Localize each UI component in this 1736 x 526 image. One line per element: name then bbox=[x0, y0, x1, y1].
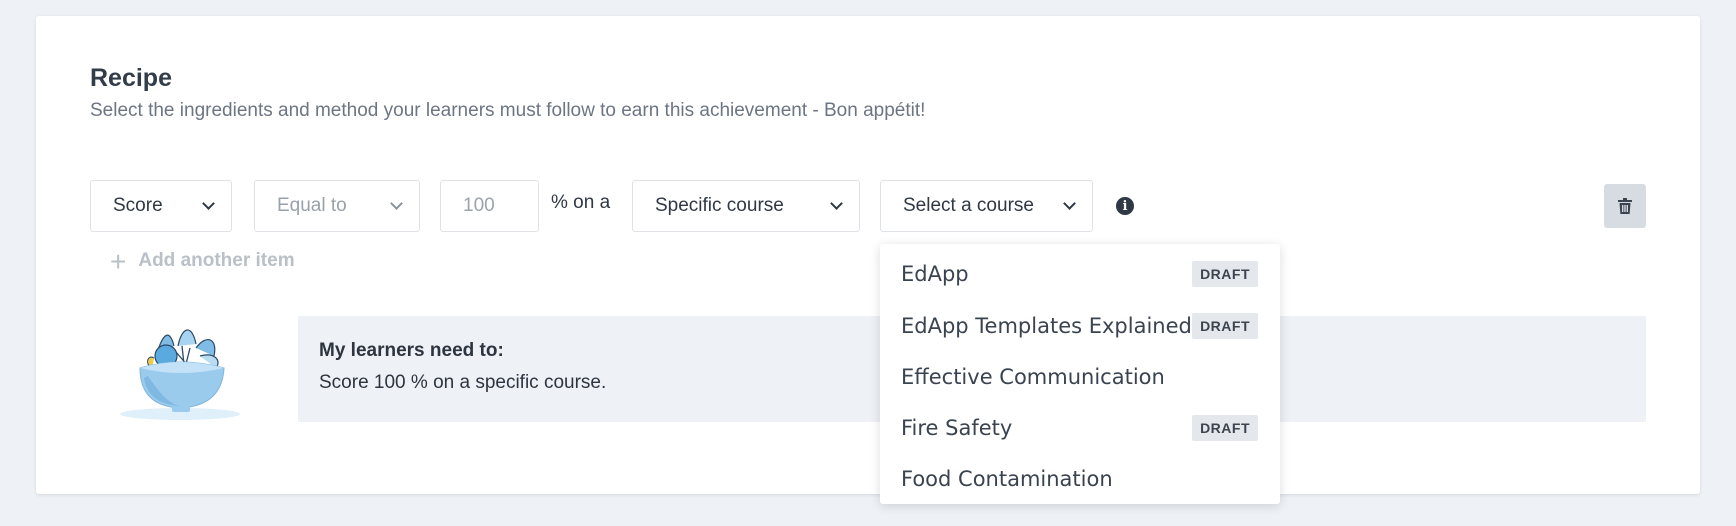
percent-on-a-label: % on a bbox=[551, 192, 611, 213]
delete-rule-button[interactable] bbox=[1604, 184, 1646, 228]
course-option[interactable]: EdApp Templates Explained DRAFT bbox=[880, 302, 1280, 350]
metric-select-value: Score bbox=[113, 195, 163, 216]
chevron-down-icon bbox=[1063, 197, 1076, 210]
summary-title: My learners need to: bbox=[319, 340, 504, 361]
course-option-label: Food Contamination bbox=[901, 467, 1113, 491]
draft-badge: DRAFT bbox=[1192, 313, 1258, 339]
draft-badge: DRAFT bbox=[1192, 415, 1258, 441]
course-option[interactable]: EdApp DRAFT bbox=[880, 250, 1280, 298]
comparison-select[interactable]: Equal to bbox=[254, 180, 420, 232]
plus-icon: + bbox=[110, 246, 127, 277]
course-option[interactable]: Food Contamination bbox=[880, 455, 1280, 503]
add-another-item-label: Add another item bbox=[138, 250, 295, 271]
course-option-label: Effective Communication bbox=[901, 365, 1165, 389]
course-option-label: Fire Safety bbox=[901, 416, 1013, 440]
metric-select[interactable]: Score bbox=[90, 180, 232, 232]
score-value-placeholder: 100 bbox=[463, 195, 495, 216]
course-select[interactable]: Select a course bbox=[880, 180, 1093, 232]
course-dropdown-menu: EdApp DRAFT EdApp Templates Explained DR… bbox=[880, 244, 1280, 504]
salad-bowl-illustration bbox=[120, 329, 240, 420]
scope-select-value: Specific course bbox=[655, 195, 784, 216]
info-icon[interactable]: i bbox=[1116, 197, 1134, 215]
course-option[interactable]: Fire Safety DRAFT bbox=[880, 404, 1280, 452]
course-option-label: EdApp bbox=[901, 262, 969, 286]
course-option-label: EdApp Templates Explained bbox=[901, 314, 1192, 338]
comparison-select-value: Equal to bbox=[277, 195, 347, 216]
add-another-item-button[interactable]: + Add another item bbox=[110, 246, 295, 276]
summary-text: Score 100 % on a specific course. bbox=[319, 372, 607, 393]
scope-select[interactable]: Specific course bbox=[632, 180, 860, 232]
score-value-input[interactable]: 100 bbox=[440, 180, 539, 232]
chevron-down-icon bbox=[830, 197, 843, 210]
course-select-value: Select a course bbox=[903, 195, 1034, 216]
recipe-title: Recipe bbox=[90, 64, 172, 92]
chevron-down-icon bbox=[390, 197, 403, 210]
recipe-card: Recipe Select the ingredients and method… bbox=[36, 16, 1700, 504]
trash-icon bbox=[1618, 198, 1632, 214]
chevron-down-icon bbox=[202, 197, 215, 210]
draft-badge: DRAFT bbox=[1192, 261, 1258, 287]
course-option[interactable]: Effective Communication bbox=[880, 353, 1280, 401]
recipe-subtitle: Select the ingredients and method your l… bbox=[90, 100, 926, 121]
